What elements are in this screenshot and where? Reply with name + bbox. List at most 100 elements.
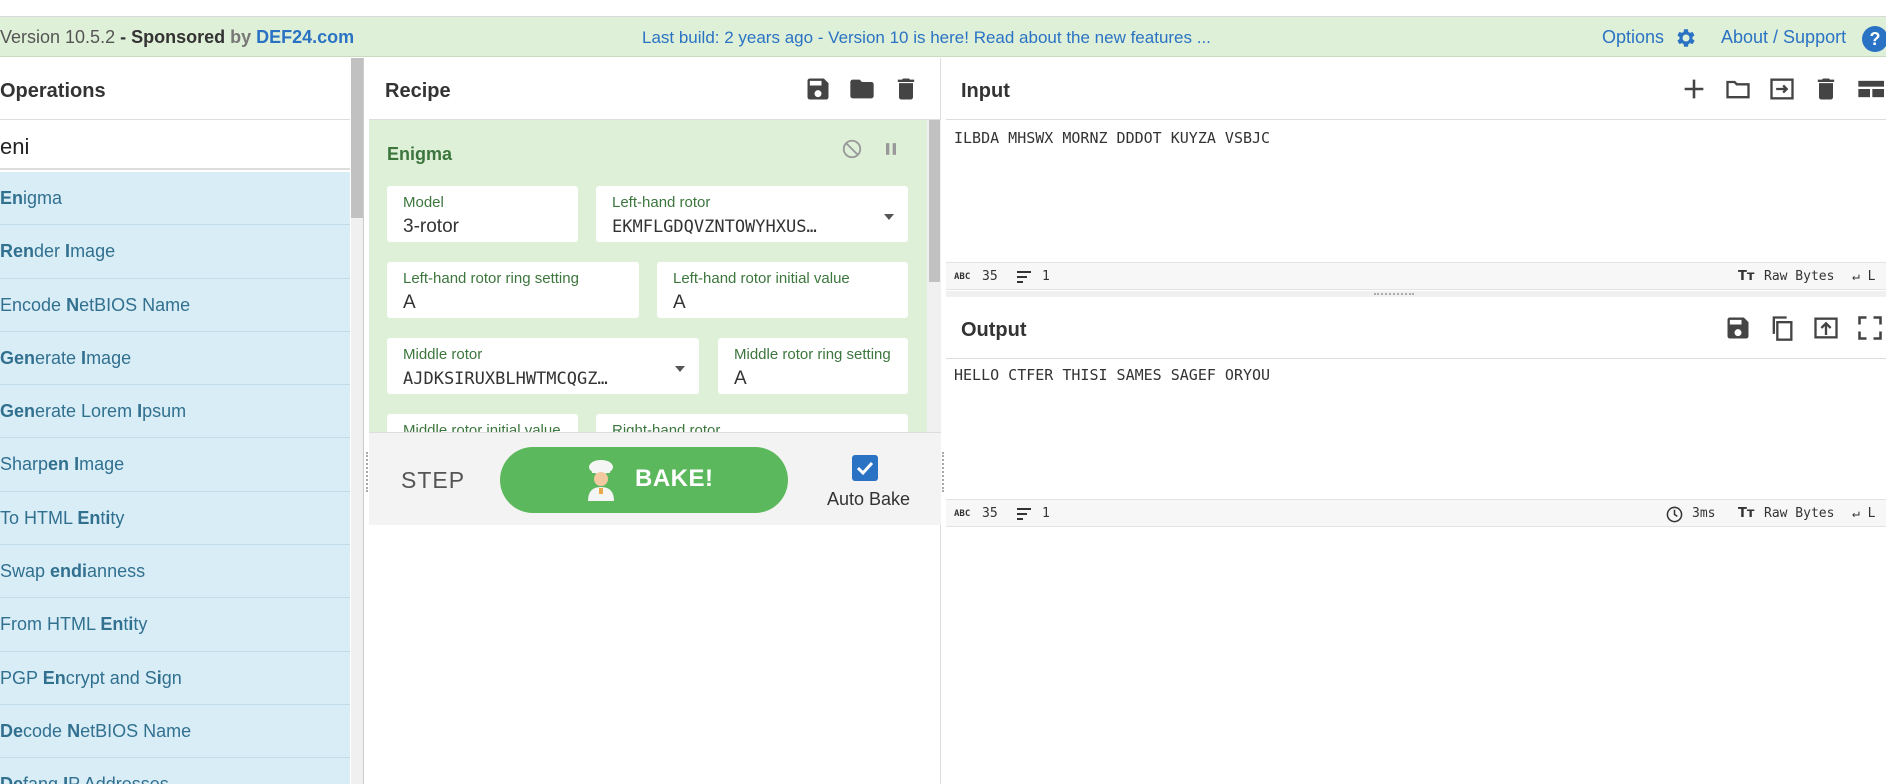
left-rotor-select[interactable]: Left-hand rotor EKMFLGDQVZNTOWYHXUS… (596, 186, 908, 242)
output-title: Output (961, 319, 1027, 341)
bake-time: 3ms (1692, 506, 1716, 521)
operation-match-highlight: De (0, 720, 24, 741)
operation-label-part: erate (35, 347, 82, 368)
operation-label-part: ty (110, 507, 125, 528)
operations-title: Operations (0, 80, 106, 102)
clock-icon (1666, 506, 1683, 523)
left-rotor-label: Left-hand rotor (612, 194, 711, 211)
by-label: by (225, 27, 257, 47)
gear-icon[interactable] (1674, 26, 1698, 50)
operation-list-item[interactable]: Encode NetBIOS Name (0, 278, 350, 332)
layout-icon[interactable] (1856, 75, 1884, 103)
build-notice-link[interactable]: Last build: 2 years ago - Version 10 is … (642, 28, 1211, 48)
recipe-header: Recipe (369, 58, 941, 120)
operations-header: Operations (0, 58, 350, 120)
pause-icon[interactable] (881, 139, 901, 159)
operation-list-item[interactable]: Render Image (0, 225, 350, 279)
middle-ring-setting-field[interactable]: Middle rotor ring setting A (718, 338, 908, 394)
chevron-down-icon (675, 366, 685, 372)
operation-list-item[interactable]: Enigma (0, 172, 350, 226)
operation-match-highlight: Ren (0, 241, 35, 262)
operation-list-item[interactable]: Generate Lorem Ipsum (0, 385, 350, 439)
add-icon[interactable] (1680, 75, 1708, 103)
sponsor-link[interactable]: DEF24.com (256, 27, 354, 47)
model-field[interactable]: Model 3-rotor (387, 186, 578, 242)
length-icon: ABC (954, 509, 971, 519)
middle-rotor-select[interactable]: Middle rotor AJDKSIRUXBLHWTMCQGZ… (387, 338, 699, 394)
operation-match-highlight: En (42, 667, 66, 688)
recipe-io-splitter[interactable] (942, 452, 944, 492)
operation-list-item[interactable]: To HTML Entity (0, 491, 350, 546)
length-icon: ABC (954, 272, 971, 282)
save-icon[interactable] (804, 75, 832, 103)
recipe-scroll-thumb[interactable] (929, 120, 940, 282)
output-statusbar: ABC 35 1 3ms Tт Raw Bytes ↵ L (946, 499, 1886, 527)
operation-list-item[interactable]: PGP Encrypt and Sign (0, 651, 350, 705)
open-folder-icon[interactable] (1724, 75, 1752, 103)
folder-icon[interactable] (848, 75, 876, 103)
output-textarea[interactable]: HELLO CTFER THISI SAMES SAGEF ORYOU (954, 366, 1270, 384)
bake-button[interactable]: BAKE! (500, 447, 788, 513)
trash-icon[interactable] (1812, 75, 1840, 103)
input-file-icon[interactable] (1768, 75, 1796, 103)
operation-label-part: From HTML (0, 614, 101, 635)
bake-bar: STEP BAKE! Auto Bake (369, 432, 941, 525)
replace-input-icon[interactable] (1812, 314, 1840, 342)
operation-match-highlight: en (48, 454, 70, 475)
search-value: eni (0, 134, 30, 159)
output-length: 35 (982, 506, 998, 521)
help-icon[interactable]: ? (1862, 26, 1886, 52)
operation-label-part: der (34, 241, 66, 262)
operation-label-part: ty (133, 614, 148, 635)
version-info: Version 10.5.2 - Sponsored by DEF24.com (0, 27, 354, 48)
operation-list-item[interactable]: From HTML Entity (0, 598, 350, 652)
copy-icon[interactable] (1768, 314, 1796, 342)
left-rotor-value: EKMFLGDQVZNTOWYHXUS… (612, 217, 817, 237)
auto-bake-checkbox[interactable] (852, 455, 878, 481)
bake-label: BAKE! (635, 465, 714, 492)
version-dash: - (115, 27, 132, 47)
operation-label-part: erate Lorem (35, 401, 138, 422)
input-statusbar: ABC 35 1 Tт Raw Bytes ↵ L (946, 262, 1886, 290)
middle-ring-label: Middle rotor ring setting (734, 346, 891, 363)
operation-list-item[interactable]: Swap endianness (0, 545, 350, 599)
operation-list-item[interactable]: Generate Image (0, 331, 350, 386)
output-encoding[interactable]: Raw Bytes (1764, 506, 1834, 521)
banner: Version 10.5.2 - Sponsored by DEF24.com … (0, 17, 1886, 57)
middle-rotor-label: Middle rotor (403, 346, 483, 363)
input-encoding[interactable]: Raw Bytes (1764, 269, 1834, 284)
model-label: Model (403, 194, 444, 211)
version-label: Version 10.5.2 (0, 27, 116, 47)
input-textarea[interactable]: ILBDA MHSWX MORNZ DDDOT KUYZA VSBJC (954, 129, 1270, 147)
save-icon[interactable] (1724, 314, 1752, 342)
ops-recipe-splitter[interactable] (366, 452, 368, 492)
operation-label-part: PGP (0, 667, 43, 688)
input-length: 35 (982, 269, 998, 284)
io-panel: Input ILBDA MHSWX MORNZ DDDOT KUYZA VSBJ… (946, 58, 1886, 784)
options-link[interactable]: Options (1602, 27, 1664, 48)
operations-search-input[interactable]: eni (0, 120, 350, 170)
maximize-icon[interactable] (1856, 314, 1884, 342)
operation-label-part: mage (86, 347, 132, 368)
operation-list-item[interactable]: Decode NetBIOS Name (0, 704, 350, 759)
operation-match-highlight: Gen (0, 401, 36, 422)
enigma-title: Enigma (387, 144, 453, 164)
operations-list: Enigma Render Image Encode NetBIOS Name Gen… (0, 172, 350, 784)
eol-icon[interactable]: ↵ L (1852, 506, 1875, 521)
search-underline (0, 168, 350, 170)
about-support-link[interactable]: About / Support (1721, 27, 1846, 48)
left-initial-value-field[interactable]: Left-hand rotor initial value A (657, 262, 908, 318)
left-ring-setting-field[interactable]: Left-hand rotor ring setting A (387, 262, 639, 318)
eol-icon[interactable]: ↵ L (1852, 269, 1875, 284)
text-type-icon: Tт (1738, 269, 1755, 284)
operation-list-item[interactable]: Defang IP Addresses (0, 758, 350, 784)
step-button[interactable]: STEP (401, 467, 465, 494)
io-divider-grip[interactable] (1374, 293, 1414, 295)
trash-icon[interactable] (892, 75, 920, 103)
operations-scrollbar[interactable] (351, 58, 363, 784)
disable-icon[interactable] (841, 138, 863, 160)
lines-icon (1017, 271, 1031, 283)
operation-list-item[interactable]: Sharpen Image (0, 438, 350, 492)
model-value: 3-rotor (403, 216, 459, 237)
operations-scroll-thumb[interactable] (351, 58, 363, 218)
